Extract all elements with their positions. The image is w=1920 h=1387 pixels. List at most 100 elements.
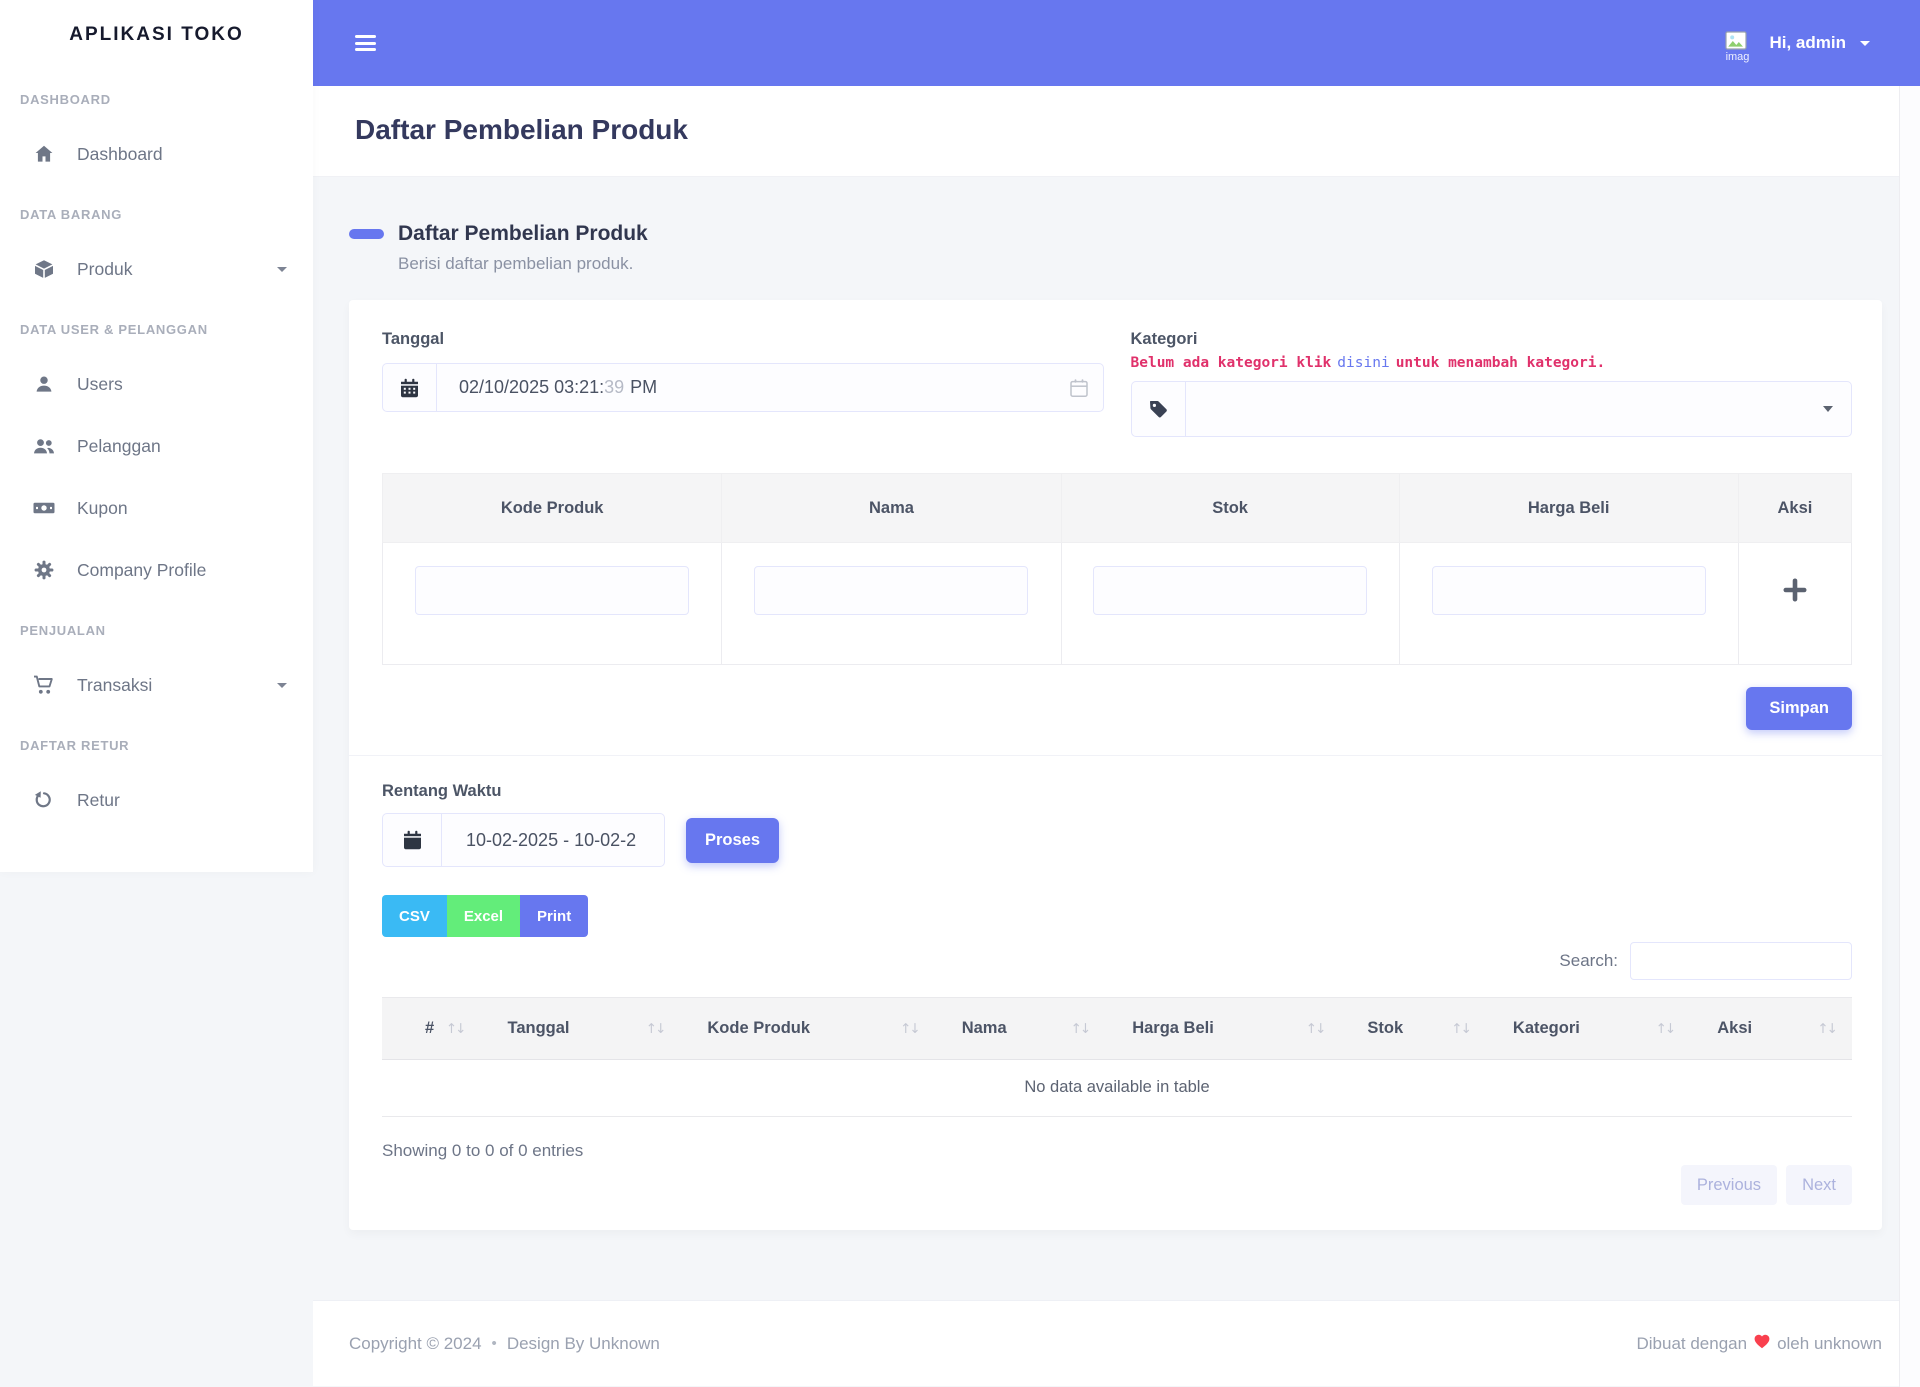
simpan-row: Simpan bbox=[382, 687, 1852, 730]
rentang-waktu-label: Rentang Waktu bbox=[382, 782, 502, 800]
sort-icon[interactable]: ↑↓ bbox=[1071, 1021, 1092, 1037]
sort-icon[interactable]: ↑↓ bbox=[646, 1021, 667, 1037]
main-area: imag Hi, admin Daftar Pembelian Produk D… bbox=[313, 0, 1920, 1386]
sidebar-item-kupon[interactable]: Kupon bbox=[0, 477, 313, 539]
footer: Copyright © 2024 • Design By Unknown Dib… bbox=[313, 1300, 1920, 1386]
search-input[interactable] bbox=[1630, 942, 1852, 980]
add-row-button[interactable] bbox=[1780, 575, 1810, 605]
made-with-text: Dibuat dengan bbox=[1636, 1333, 1748, 1353]
list-table-header-row: # ↑↓ Tanggal ↑↓ Kode Produk ↑↓ Nama ↑↓ Harga… bbox=[382, 997, 1852, 1060]
purchase-entry-table: Kode Produk Nama Stok Harga Beli Aksi bbox=[381, 473, 1853, 665]
user-menu[interactable]: imag Hi, admin bbox=[1717, 23, 1870, 63]
kategori-note-post: untuk menambah kategori. bbox=[1395, 355, 1606, 371]
app-brand[interactable]: APLIKASI TOKO bbox=[0, 0, 313, 70]
sidebar-item-label: Produk bbox=[77, 258, 133, 279]
sidebar-item-company-profile[interactable]: Company Profile bbox=[0, 539, 313, 601]
nama-input[interactable] bbox=[754, 566, 1029, 615]
stok-input[interactable] bbox=[1093, 566, 1368, 615]
content: Daftar Pembelian Produk Berisi daftar pe… bbox=[313, 176, 1920, 1300]
proses-button[interactable]: Proses bbox=[686, 817, 780, 863]
kategori-add-link[interactable]: disini bbox=[1337, 355, 1389, 371]
rentang-row: 10-02-2025 - 10-02-2 Proses bbox=[382, 813, 1852, 867]
harga-beli-input[interactable] bbox=[1431, 566, 1706, 615]
previous-page-button[interactable]: Previous bbox=[1680, 1165, 1778, 1205]
chevron-down-icon bbox=[277, 266, 287, 272]
tanggal-datetime-input[interactable]: 02/10/2025 03:21: 39 PM bbox=[382, 363, 1104, 412]
entry-header-stok: Stok bbox=[1060, 473, 1400, 543]
list-header-stok[interactable]: Stok ↑↓ bbox=[1340, 997, 1486, 1060]
cart-icon bbox=[31, 675, 57, 695]
tanggal-seconds: 39 bbox=[604, 377, 625, 397]
sidebar-item-label: Dashboard bbox=[77, 143, 163, 164]
page-title: Daftar Pembelian Produk bbox=[355, 114, 688, 145]
home-icon bbox=[31, 144, 57, 164]
kategori-label: Kategori bbox=[1130, 330, 1198, 348]
empty-table-message: No data available in table bbox=[382, 1059, 1852, 1117]
kategori-note: Belum ada kategori klik disini untuk men… bbox=[1131, 355, 1853, 371]
sort-icon[interactable]: ↑↓ bbox=[900, 1021, 921, 1037]
list-header-kategori[interactable]: Kategori ↑↓ bbox=[1485, 997, 1691, 1060]
purchase-card: Tanggal 02/10/2025 03:21: 39 PM Kategori… bbox=[349, 300, 1882, 1230]
next-page-button[interactable]: Next bbox=[1786, 1165, 1852, 1205]
design-credit-text: Design By Unknown bbox=[506, 1333, 660, 1353]
kategori-select-value[interactable] bbox=[1184, 381, 1852, 437]
section-title: Daftar Pembelian Produk bbox=[398, 222, 648, 245]
sort-icon[interactable]: ↑↓ bbox=[1656, 1021, 1677, 1037]
menu-section-dashboard: DASHBOARD bbox=[20, 92, 111, 107]
list-header-number[interactable]: # ↑↓ bbox=[382, 997, 481, 1060]
pagination: Previous Next bbox=[382, 1165, 1852, 1205]
tanggal-value[interactable]: 02/10/2025 03:21: 39 PM bbox=[436, 363, 1104, 412]
list-header-kode-produk[interactable]: Kode Produk ↑↓ bbox=[680, 997, 935, 1060]
gear-icon bbox=[31, 560, 57, 580]
money-icon bbox=[31, 498, 57, 518]
plus-icon bbox=[1783, 578, 1807, 602]
tanggal-date-time: 02/10/2025 03:21: bbox=[459, 377, 605, 397]
sidebar-item-label: Pelanggan bbox=[77, 435, 161, 456]
sort-icon[interactable]: ↑↓ bbox=[1451, 1021, 1472, 1037]
rentang-waktu-value[interactable]: 10-02-2025 - 10-02-2 bbox=[441, 813, 665, 867]
list-header-nama[interactable]: Nama ↑↓ bbox=[934, 997, 1106, 1060]
entry-table-row bbox=[381, 542, 1853, 665]
sidebar-item-produk[interactable]: Produk bbox=[0, 238, 313, 300]
tanggal-meridiem: PM bbox=[630, 377, 658, 397]
list-header-aksi[interactable]: Aksi ↑↓ bbox=[1690, 997, 1852, 1060]
tanggal-label: Tanggal bbox=[382, 330, 445, 348]
entry-header-kode-produk: Kode Produk bbox=[381, 473, 723, 543]
sidebar-item-users[interactable]: Users bbox=[0, 353, 313, 415]
sidebar-item-label: Transaksi bbox=[77, 674, 153, 695]
menu-section-daftar-retur: DAFTAR RETUR bbox=[20, 738, 130, 753]
empty-row: No data available in table bbox=[382, 1059, 1852, 1117]
rentang-waktu-input[interactable]: 10-02-2025 - 10-02-2 bbox=[382, 813, 665, 867]
tanggal-column: Tanggal 02/10/2025 03:21: 39 PM bbox=[382, 330, 1104, 437]
heart-icon bbox=[1754, 1334, 1770, 1354]
sidebar-item-transaksi[interactable]: Transaksi bbox=[0, 654, 313, 716]
kode-produk-input[interactable] bbox=[415, 566, 690, 615]
list-header-tanggal[interactable]: Tanggal ↑↓ bbox=[480, 997, 681, 1060]
avatar-alt-text: imag bbox=[1725, 51, 1750, 63]
search-row: Search: bbox=[382, 942, 1852, 980]
kategori-select[interactable] bbox=[1130, 381, 1852, 437]
card-divider bbox=[349, 755, 1882, 756]
kategori-column: Kategori Belum ada kategori klik disini … bbox=[1130, 330, 1853, 437]
sort-icon[interactable]: ↑↓ bbox=[1306, 1021, 1327, 1037]
entry-table-header-row: Kode Produk Nama Stok Harga Beli Aksi bbox=[381, 473, 1853, 543]
menu-section-data-barang: DATA BARANG bbox=[20, 207, 123, 222]
list-header-harga-beli[interactable]: Harga Beli ↑↓ bbox=[1105, 997, 1341, 1060]
menu-toggle-button[interactable] bbox=[355, 32, 376, 55]
sort-icon[interactable]: ↑↓ bbox=[446, 1021, 467, 1037]
sidebar-item-retur[interactable]: Retur bbox=[0, 769, 313, 831]
excel-button[interactable]: Excel bbox=[446, 895, 521, 937]
simpan-button[interactable]: Simpan bbox=[1746, 687, 1852, 730]
chevron-down-icon bbox=[1860, 40, 1870, 46]
sidebar: APLIKASI TOKO DASHBOARD Dashboard DATA B… bbox=[0, 0, 313, 872]
chevron-down-icon bbox=[277, 682, 287, 688]
footer-bullet: • bbox=[491, 1335, 497, 1352]
scrollbar[interactable] bbox=[1899, 86, 1920, 1387]
csv-button[interactable]: CSV bbox=[382, 895, 447, 937]
print-button[interactable]: Print bbox=[520, 895, 589, 937]
sidebar-item-label: Kupon bbox=[77, 497, 128, 518]
sidebar-item-dashboard[interactable]: Dashboard bbox=[0, 123, 313, 185]
sort-icon[interactable]: ↑↓ bbox=[1817, 1021, 1838, 1037]
calendar-picker-icon[interactable] bbox=[1069, 378, 1089, 398]
sidebar-item-pelanggan[interactable]: Pelanggan bbox=[0, 415, 313, 477]
